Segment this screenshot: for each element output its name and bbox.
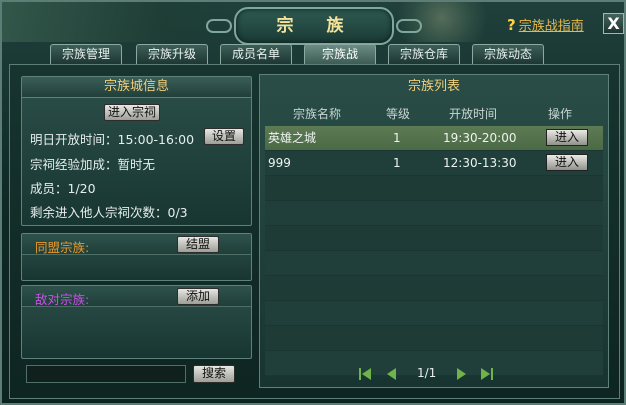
enemy-header: 敌对宗族: 添加 [22, 286, 251, 307]
next-page-icon[interactable] [453, 366, 469, 382]
exp-bonus-text: 宗祠经验加成：暂时无 [30, 157, 156, 172]
tab-label: 宗族管理 [61, 47, 110, 61]
clan-open-time: 19:30-20:00 [443, 131, 517, 145]
members-count-text: 成员：1/20 [30, 181, 96, 196]
tab-member-list[interactable]: 成员名单 [220, 44, 292, 64]
alliance-label: 同盟宗族: [35, 240, 90, 255]
city-info-title: 宗族城信息 [22, 77, 251, 98]
table-row[interactable]: 英雄之城 1 19:30-20:00 进入 [265, 126, 603, 151]
window-title: 宗 族 [206, 7, 422, 45]
tab-clan-management[interactable]: 宗族管理 [50, 44, 122, 64]
page-indicator: 1/1 [417, 366, 437, 380]
clan-list-title: 宗族列表 [407, 79, 460, 94]
search-button[interactable]: 搜索 [193, 365, 235, 383]
column-header-clan-name: 宗族名称 [292, 107, 341, 121]
empty-row [265, 201, 603, 226]
empty-row [265, 301, 603, 326]
close-button[interactable]: X [603, 13, 624, 34]
remaining-entries-text: 剩余进入他人宗祠次数：0/3 [30, 205, 188, 220]
empty-row [265, 251, 603, 276]
table-row[interactable]: 999 1 12:30-13:30 进入 [265, 151, 603, 176]
tab-label: 成员名单 [231, 47, 280, 61]
tab-clan-news[interactable]: 宗族动态 [472, 44, 544, 64]
question-icon: ? [507, 16, 516, 34]
clan-name: 999 [268, 156, 291, 170]
title-ornament [206, 19, 232, 33]
clan-list-rows: 英雄之城 1 19:30-20:00 进入 999 1 12:30-13:30 … [265, 126, 603, 376]
enemy-panel: 敌对宗族: 添加 [21, 285, 252, 359]
alliance-header: 同盟宗族: 结盟 [22, 234, 251, 255]
empty-row [265, 226, 603, 251]
tab-clan-warehouse[interactable]: 宗族仓库 [388, 44, 460, 64]
settings-button[interactable]: 设置 [204, 128, 244, 145]
scene-decoration [2, 2, 232, 42]
clan-level: 1 [393, 156, 401, 170]
search-input[interactable] [26, 365, 186, 383]
enter-ancestral-hall-button[interactable]: 进入宗祠 [104, 104, 160, 121]
close-icon: X [607, 14, 620, 33]
title-ornament [396, 19, 422, 33]
enemy-label: 敌对宗族: [35, 292, 90, 307]
clan-window: 宗 族 ? 宗族战指南 X 宗族管理 宗族升级 成员名单 宗族战 宗族仓库 宗族动… [0, 0, 626, 405]
empty-row [265, 276, 603, 301]
enter-clan-button[interactable]: 进入 [546, 129, 588, 146]
empty-row [265, 326, 603, 351]
empty-row [265, 176, 603, 201]
last-page-icon[interactable] [479, 366, 495, 382]
clan-war-guide-link[interactable]: ? 宗族战指南 [507, 15, 584, 34]
window-title-text: 宗 族 [276, 16, 352, 36]
guide-link-text: 宗族战指南 [518, 19, 584, 34]
add-enemy-button[interactable]: 添加 [177, 288, 219, 305]
tab-label: 宗族升级 [147, 47, 196, 61]
clan-name: 英雄之城 [268, 131, 317, 145]
first-page-icon[interactable] [357, 366, 373, 382]
form-alliance-button[interactable]: 结盟 [177, 236, 219, 253]
tab-label: 宗族动态 [483, 47, 532, 61]
column-header-action: 操作 [547, 107, 572, 121]
prev-page-icon[interactable] [384, 366, 400, 382]
pagination: 1/1 [357, 365, 497, 383]
alliance-panel: 同盟宗族: 结盟 [21, 233, 252, 281]
tab-label: 宗族战 [321, 47, 358, 61]
column-header-level: 等级 [385, 107, 410, 121]
tab-clan-war[interactable]: 宗族战 [304, 44, 376, 64]
clan-level: 1 [393, 131, 401, 145]
tab-label: 宗族仓库 [399, 47, 448, 61]
column-header-open-time: 开放时间 [448, 107, 497, 121]
clan-open-time: 12:30-13:30 [443, 156, 517, 170]
city-info-panel: 宗族城信息 进入宗祠 明日开放时间：15:00-16:00 设置 宗祠经验加成：… [21, 76, 252, 226]
tab-clan-upgrade[interactable]: 宗族升级 [136, 44, 208, 64]
clan-list-panel: 宗族列表 宗族名称 等级 开放时间 操作 英雄之城 1 19:30-20:00 … [259, 74, 609, 388]
open-time-text: 明日开放时间：15:00-16:00 [30, 132, 195, 147]
enter-clan-button[interactable]: 进入 [546, 154, 588, 171]
